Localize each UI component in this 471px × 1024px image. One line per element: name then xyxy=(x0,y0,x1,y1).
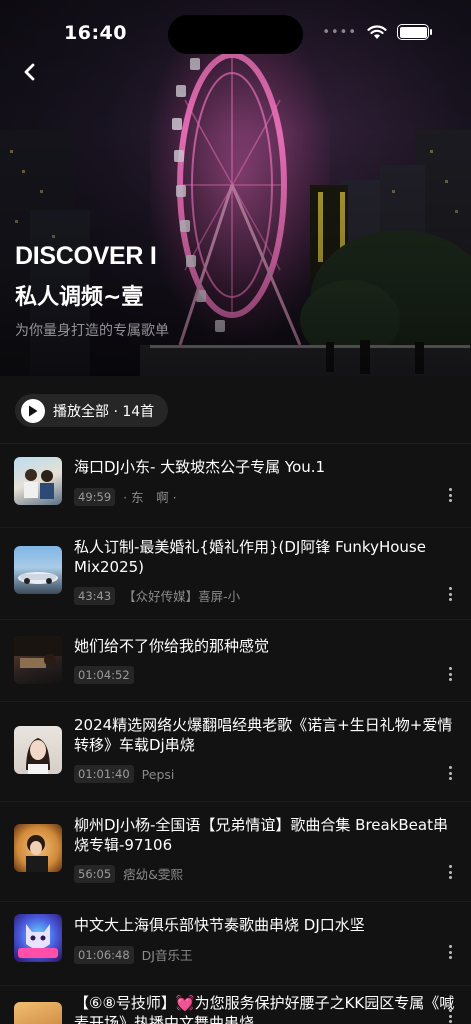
song-row[interactable]: 柳州DJ小杨-全国语【兄弟情谊】歌曲合集 BreakBeat串烧专辑-97106… xyxy=(0,802,471,902)
song-title: 私人订制-最美婚礼{婚礼作用}(DJ阿锋 FunkyHouse Mix2025) xyxy=(74,538,426,576)
song-cover xyxy=(14,1002,62,1024)
song-title: 海口DJ小东- 大致坡杰公子专属 You.1 xyxy=(74,458,326,476)
song-artist: 痞幼&雯熙 xyxy=(123,867,183,882)
song-duration: 43:43 xyxy=(74,586,116,605)
play-all-button[interactable]: 播放全部 · 14首 xyxy=(15,394,169,427)
playlist-title: DISCOVER I xyxy=(15,242,157,270)
play-icon xyxy=(21,398,45,423)
song-row[interactable]: 她们给不了你给我的那种感觉 01:04:52 xyxy=(0,620,471,702)
playlist-description: 为你量身打造的专属歌单 xyxy=(15,323,169,339)
playlist-subtitle: 私人调频~壹 xyxy=(15,285,144,310)
more-vertical-icon[interactable] xyxy=(443,584,457,604)
song-duration: 01:04:52 xyxy=(74,666,134,684)
song-row[interactable]: 【⑥⑧号技师】💓为您服务保护好腰子之KK园区专属《喊麦开场》热播中文舞曲串烧 xyxy=(0,986,471,1024)
song-title: 【⑥⑧号技师】💓为您服务保护好腰子之KK园区专属《喊麦开场》热播中文舞曲串烧 xyxy=(74,994,455,1024)
song-row[interactable]: 海口DJ小东- 大致坡杰公子专属 You.1 49:59 · 东 啊 · xyxy=(0,444,471,528)
song-title: 2024精选网络火爆翻唱经典老歌《诺言+生日礼物+爱情转移》车载Dj串烧 xyxy=(74,716,453,754)
song-cover xyxy=(14,636,62,684)
wifi-icon xyxy=(367,24,387,39)
playlist-header: 16:40 •••• DISCOVER I 私人调频~壹 为你量身打造的专属歌单 xyxy=(0,0,471,376)
dynamic-island xyxy=(168,15,303,54)
song-cover xyxy=(14,457,62,505)
song-row[interactable]: 私人订制-最美婚礼{婚礼作用}(DJ阿锋 FunkyHouse Mix2025)… xyxy=(0,528,471,620)
more-vertical-icon[interactable] xyxy=(443,862,457,882)
song-row[interactable]: 2024精选网络火爆翻唱经典老歌《诺言+生日礼物+爱情转移》车载Dj串烧 01:… xyxy=(0,702,471,802)
song-cover xyxy=(14,726,62,774)
back-button[interactable] xyxy=(16,58,44,86)
song-artist: 【众好传媒】喜屏-小 xyxy=(123,589,241,604)
more-vertical-icon[interactable] xyxy=(443,485,457,505)
song-artist: · 东 啊 · xyxy=(123,490,177,505)
song-title: 她们给不了你给我的那种感觉 xyxy=(74,637,270,655)
more-vertical-icon[interactable] xyxy=(443,942,457,962)
battery-icon xyxy=(397,24,432,40)
song-title: 柳州DJ小杨-全国语【兄弟情谊】歌曲合集 BreakBeat串烧专辑-97106 xyxy=(74,816,448,854)
more-vertical-icon[interactable] xyxy=(443,1006,457,1024)
song-duration: 01:01:40 xyxy=(74,765,134,783)
song-title: 中文大上海俱乐部快节奏歌曲串烧 DJ口水坚 xyxy=(74,916,365,934)
play-all-label: 播放全部 · 14首 xyxy=(53,403,155,420)
song-artist: Pepsi xyxy=(141,766,175,782)
more-vertical-icon[interactable] xyxy=(443,664,457,684)
song-duration: 49:59 xyxy=(74,487,116,506)
song-duration: 01:06:48 xyxy=(74,945,134,964)
song-cover xyxy=(14,914,62,962)
song-row[interactable]: 中文大上海俱乐部快节奏歌曲串烧 DJ口水坚 01:06:48 DJ音乐王 xyxy=(0,902,471,986)
more-vertical-icon[interactable] xyxy=(443,763,457,783)
song-duration: 56:05 xyxy=(74,864,116,883)
song-cover xyxy=(14,824,62,872)
status-time: 16:40 xyxy=(64,22,127,44)
signal-dots: •••• xyxy=(322,24,357,40)
song-artist: DJ音乐王 xyxy=(141,948,193,963)
status-icons: •••• xyxy=(322,24,432,40)
chevron-left-icon xyxy=(24,63,35,81)
song-cover xyxy=(14,546,62,594)
